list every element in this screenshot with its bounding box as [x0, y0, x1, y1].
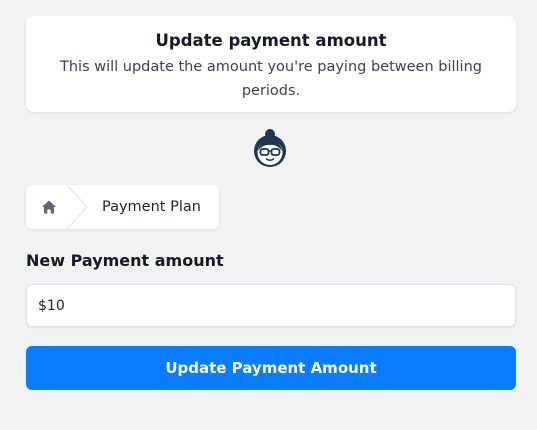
info-card: Update payment amount This will update t… — [26, 16, 516, 112]
info-title: Update payment amount — [155, 31, 387, 50]
breadcrumb-separator-icon — [66, 184, 88, 230]
payment-amount-input[interactable] — [26, 284, 516, 327]
breadcrumb: Payment Plan — [26, 184, 219, 230]
assistant-avatar-icon — [252, 128, 288, 168]
payment-amount-label: New Payment amount — [26, 251, 224, 270]
breadcrumb-current-page[interactable]: Payment Plan — [102, 198, 201, 216]
home-icon[interactable] — [41, 199, 57, 215]
update-payment-amount-button[interactable]: Update Payment Amount — [26, 346, 516, 390]
info-description: This will update the amount you're payin… — [60, 59, 482, 99]
